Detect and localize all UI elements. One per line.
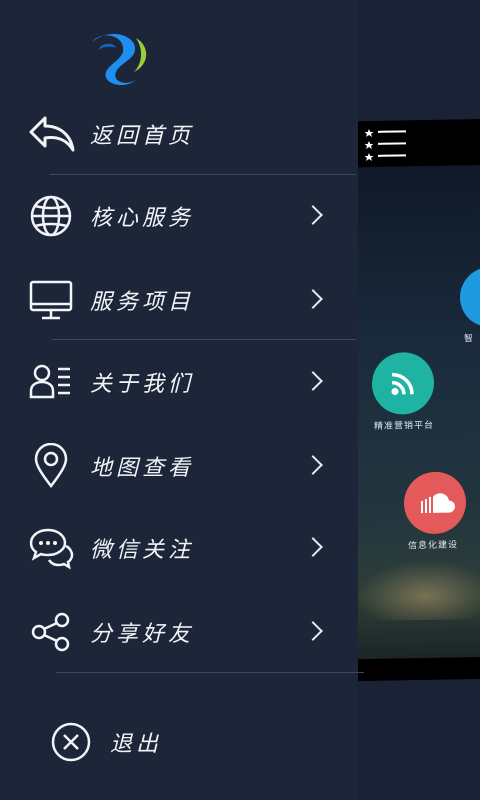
exit-button[interactable]: 退出 [0,706,360,778]
menu-item-map-view[interactable]: 地图查看 [0,430,360,502]
menu-item-wechat-follow-label: 微信关注 [90,538,195,563]
user-card-icon [26,357,76,407]
app-screen: i· 智 精准营销平台 信息化建设 [0,0,480,800]
chevron-right-icon [303,371,323,391]
monitor-icon [26,275,76,325]
menu-item-map-view-label: 地图查看 [90,456,195,481]
preview-bubble-info[interactable] [404,471,466,535]
preview-bubble-smart[interactable]: i· [460,266,480,328]
chat-bubbles-icon [26,523,76,573]
location-pin-icon [26,441,76,491]
share-icon [26,607,76,657]
menu-item-home-label: 返回首页 [90,124,195,149]
menu-item-core-services[interactable]: 核心服务 [0,180,360,252]
chevron-right-icon [303,537,323,557]
chevron-right-icon [303,205,323,225]
preview-bubble-info-label: 信息化建设 [408,540,459,552]
exit-label: 退出 [110,732,163,757]
globe-icon [26,191,76,241]
chevron-right-icon [303,455,323,475]
divider [56,672,364,673]
menu-item-service-projects[interactable]: 服务项目 [0,264,360,336]
menu-item-core-services-label: 核心服务 [90,206,195,231]
menu-item-share-friends-label: 分享好友 [90,622,195,647]
preview-bubble-smart-label: 智 [464,334,475,345]
preview-bubble-marketing[interactable] [372,351,434,415]
menu-item-share-friends[interactable]: 分享好友 [0,596,360,668]
menu-item-service-projects-label: 服务项目 [90,290,195,315]
rss-icon [391,372,414,396]
content-preview-panel[interactable]: i· 智 精准营销平台 信息化建设 [356,118,480,682]
preview-top-bar [356,118,480,168]
preview-bubble-marketing-label: 精准营销平台 [374,420,435,432]
menu-item-home[interactable]: 返回首页 [0,98,360,170]
city-lights-background [356,558,480,622]
back-arrow-icon [26,109,76,159]
menu-item-about-us-label: 关于我们 [90,372,195,397]
chevron-right-icon [303,621,323,641]
cloud-icon [421,493,455,514]
divider [50,174,356,175]
preview-bottom-bar [356,656,480,682]
menu-item-wechat-follow[interactable]: 微信关注 [0,512,360,584]
menu-item-about-us[interactable]: 关于我们 [0,346,360,418]
chevron-right-icon [303,289,323,309]
close-circle-icon [46,717,96,767]
menu-stars-icon[interactable] [364,126,408,163]
brand-logo-icon [92,33,147,86]
divider [52,339,356,340]
